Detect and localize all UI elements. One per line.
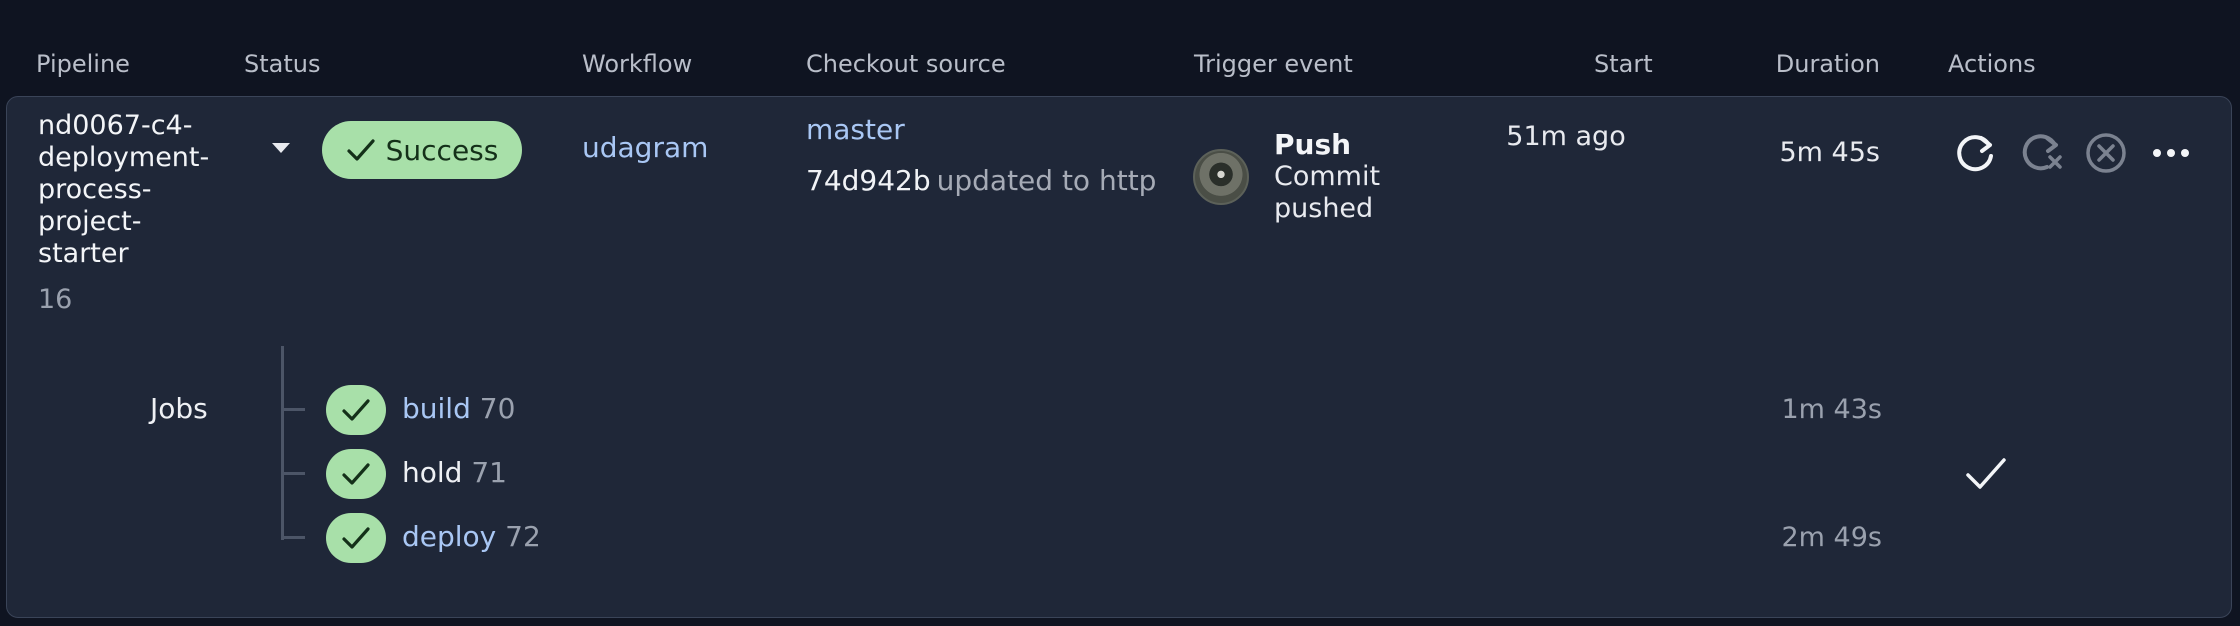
job-number: 71 bbox=[471, 456, 507, 489]
header-trigger-event: Trigger event bbox=[1194, 50, 1353, 78]
cancel-icon[interactable] bbox=[2083, 130, 2129, 176]
job-number: 72 bbox=[505, 520, 541, 553]
commit-info[interactable]: 74d942b updated to http bbox=[806, 164, 1156, 197]
jobs-tree-branch bbox=[281, 536, 305, 539]
trigger-title: Push bbox=[1274, 128, 1352, 161]
header-status: Status bbox=[244, 50, 321, 78]
workflow-link[interactable]: udagram bbox=[582, 131, 708, 164]
check-icon bbox=[347, 139, 375, 161]
jobs-tree-branch bbox=[281, 472, 305, 475]
commit-message: updated to http bbox=[936, 164, 1157, 197]
pipelines-app: Pipeline Status Workflow Checkout source… bbox=[0, 0, 2240, 626]
job-duration: 2m 49s bbox=[1781, 522, 1883, 553]
job-deploy[interactable]: deploy 72 bbox=[402, 520, 541, 553]
job-status-badge[interactable] bbox=[326, 449, 386, 499]
check-icon bbox=[342, 399, 370, 421]
status-badge[interactable]: Success bbox=[322, 121, 522, 179]
rerun-failed-icon[interactable] bbox=[2019, 130, 2065, 176]
header-start: Start bbox=[1594, 50, 1653, 78]
header-workflow: Workflow bbox=[582, 50, 693, 78]
status-label: Success bbox=[385, 133, 499, 167]
commit-hash[interactable]: 74d942b bbox=[806, 164, 931, 197]
approved-check-icon bbox=[1964, 456, 2008, 496]
more-icon[interactable] bbox=[2151, 141, 2191, 165]
job-name[interactable]: deploy bbox=[402, 520, 496, 553]
start-time: 51m ago bbox=[1506, 121, 1626, 152]
job-number: 70 bbox=[479, 392, 516, 425]
check-icon bbox=[342, 527, 370, 549]
job-duration: 1m 43s bbox=[1781, 394, 1883, 425]
job-name: hold bbox=[402, 456, 463, 489]
branch-link[interactable]: master bbox=[806, 113, 905, 146]
pipeline-duration: 5m 45s bbox=[1779, 137, 1881, 168]
header-pipeline: Pipeline bbox=[36, 50, 130, 78]
rerun-icon[interactable] bbox=[1953, 130, 1999, 176]
header-checkout-source: Checkout source bbox=[806, 50, 1006, 78]
jobs-label: Jobs bbox=[150, 392, 208, 425]
job-status-badge[interactable] bbox=[326, 513, 386, 563]
jobs-tree-line bbox=[281, 346, 284, 540]
avatar bbox=[1193, 149, 1249, 205]
expand-caret-icon[interactable] bbox=[272, 143, 290, 153]
check-icon bbox=[342, 463, 370, 485]
jobs-tree-branch bbox=[281, 408, 305, 411]
trigger-subtitle: Commit pushed bbox=[1274, 161, 1381, 224]
pipeline-name[interactable]: nd0067-c4-deployment-process-project-sta… bbox=[38, 110, 228, 270]
pipeline-number: 16 bbox=[38, 284, 73, 315]
header-actions: Actions bbox=[1948, 50, 2036, 78]
header-duration: Duration bbox=[1775, 50, 1880, 78]
job-status-badge[interactable] bbox=[326, 385, 386, 435]
job-build[interactable]: build 70 bbox=[402, 392, 515, 425]
job-name[interactable]: build bbox=[402, 392, 471, 425]
job-hold[interactable]: hold 71 bbox=[402, 456, 507, 489]
